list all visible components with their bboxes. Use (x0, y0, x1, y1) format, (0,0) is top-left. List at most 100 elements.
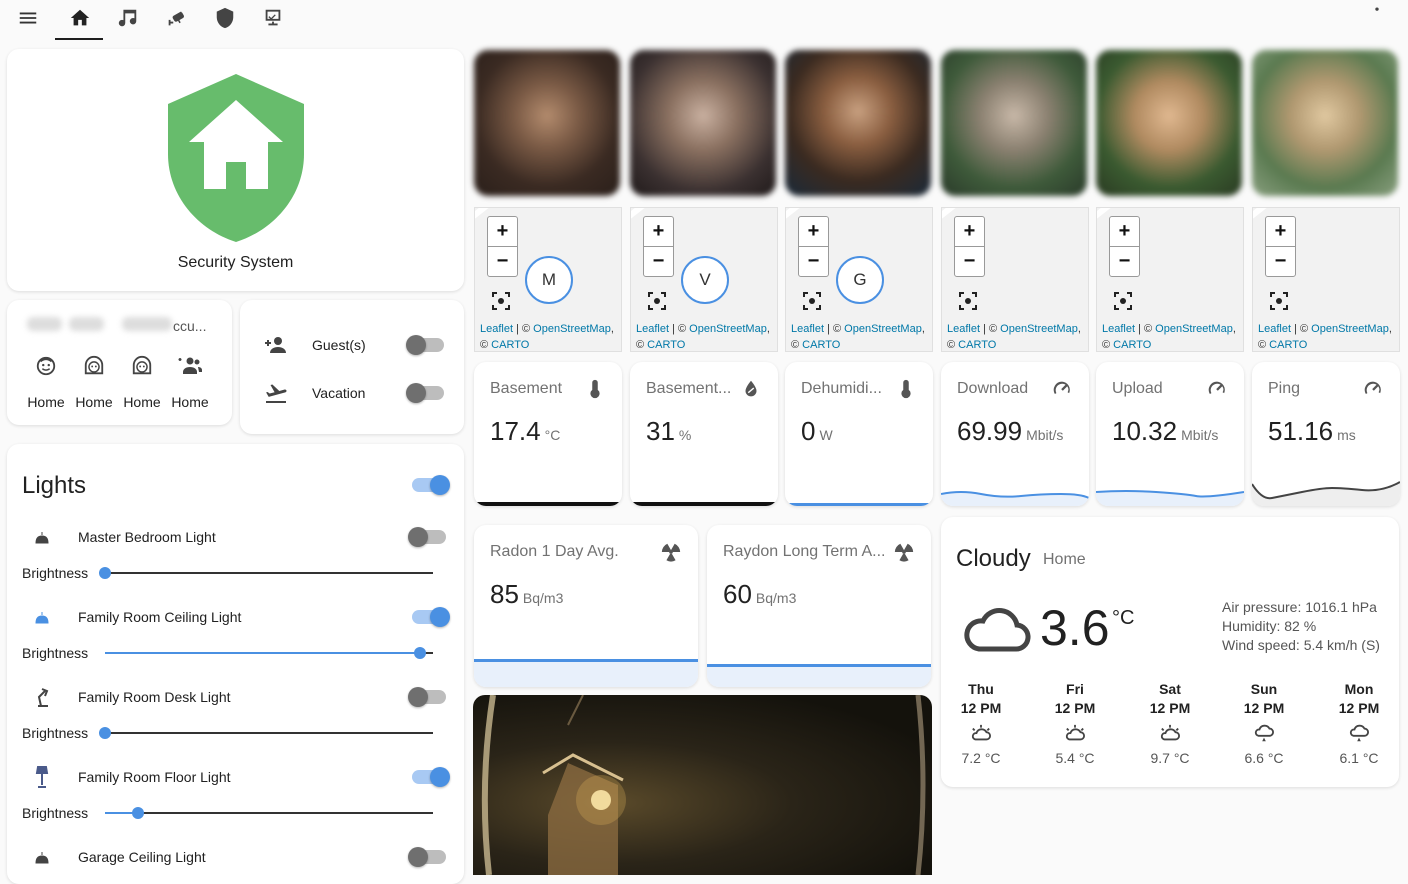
sensor-value: 51.16 ms (1268, 416, 1356, 446)
radioactive-icon (893, 541, 915, 563)
monitor-dashboard-icon[interactable] (260, 5, 286, 31)
leaflet-link[interactable]: Leaflet (636, 323, 669, 335)
slider-thumb[interactable] (99, 567, 111, 579)
focus-icon[interactable] (1114, 292, 1132, 310)
menu-icon[interactable] (15, 5, 41, 31)
zoom-out-button[interactable]: − (1265, 246, 1296, 277)
light-toggle[interactable] (412, 767, 450, 787)
sensor-graph (474, 659, 698, 687)
light-name[interactable]: Master Bedroom Light (78, 529, 216, 545)
light-toggle[interactable] (408, 687, 446, 707)
sensor-card[interactable]: Basement 17.4 °C (474, 362, 622, 506)
music-icon[interactable] (115, 5, 141, 31)
brightness-slider[interactable] (99, 727, 433, 739)
focus-icon[interactable] (492, 292, 510, 310)
zoom-in-button[interactable]: + (1109, 216, 1140, 247)
osm-link[interactable]: OpenStreetMap (689, 323, 767, 335)
light-name[interactable]: Family Room Ceiling Light (78, 609, 241, 625)
shield-icon[interactable] (212, 5, 238, 31)
person-1[interactable]: Home (25, 355, 67, 410)
light-toggle[interactable] (408, 527, 446, 547)
light-toggle[interactable] (408, 847, 446, 867)
sensor-card[interactable]: Upload 10.32 Mbit/s (1096, 362, 1244, 506)
person-camera-thumbnail[interactable] (1252, 50, 1398, 196)
person-location-map[interactable]: + − M Leaflet | © OpenStreetMap, © CARTO (474, 207, 622, 352)
forecast-temp: 5.4 °C (1055, 750, 1095, 766)
more-vertical-icon[interactable] (1364, 2, 1390, 28)
zoom-out-button[interactable]: − (954, 246, 985, 277)
zoom-out-button[interactable]: − (798, 246, 829, 277)
focus-icon[interactable] (803, 292, 821, 310)
zoom-in-button[interactable]: + (487, 216, 518, 247)
person-location-map[interactable]: + − Leaflet | © OpenStreetMap, © CARTO (1252, 207, 1400, 352)
lights-master-toggle[interactable] (412, 475, 450, 495)
zoom-out-button[interactable]: − (643, 246, 674, 277)
osm-link[interactable]: OpenStreetMap (1000, 323, 1078, 335)
sensor-card[interactable]: Ping 51.16 ms (1252, 362, 1400, 506)
brightness-slider[interactable] (99, 567, 433, 579)
person-camera-thumbnail[interactable] (1096, 50, 1242, 196)
person-avatar[interactable]: M (525, 256, 573, 304)
person-location-map[interactable]: + − Leaflet | © OpenStreetMap, © CARTO (941, 207, 1089, 352)
radon-longterm-card[interactable]: Raydon Long Term A... 60 Bq/m3 (707, 525, 931, 687)
osm-link[interactable]: OpenStreetMap (844, 323, 922, 335)
person-camera-thumbnail[interactable] (785, 50, 931, 196)
leaflet-link[interactable]: Leaflet (947, 323, 980, 335)
partly-cloudy-night-icon (1040, 724, 1110, 744)
carto-link[interactable]: CARTO (1113, 339, 1151, 351)
home-icon[interactable] (67, 5, 93, 31)
person-camera-thumbnail[interactable] (630, 50, 776, 196)
vacation-mode-toggle[interactable] (406, 383, 444, 403)
sensor-card[interactable]: Download 69.99 Mbit/s (941, 362, 1089, 506)
person-avatar[interactable]: G (836, 256, 884, 304)
brightness-slider[interactable] (105, 647, 433, 659)
light-name[interactable]: Garage Ceiling Light (78, 849, 206, 865)
person-2[interactable]: Home (73, 355, 115, 410)
radon-day-card[interactable]: Radon 1 Day Avg. 85 Bq/m3 (474, 525, 698, 687)
zoom-in-button[interactable]: + (1265, 216, 1296, 247)
leaflet-link[interactable]: Leaflet (480, 323, 513, 335)
focus-icon[interactable] (959, 292, 977, 310)
forecast-day-name: Mon (1344, 681, 1374, 697)
leaflet-link[interactable]: Leaflet (791, 323, 824, 335)
osm-link[interactable]: OpenStreetMap (1155, 323, 1233, 335)
carto-link[interactable]: CARTO (802, 339, 840, 351)
slider-thumb[interactable] (413, 647, 426, 659)
sensor-card[interactable]: Dehumidi... 0W (785, 362, 933, 506)
light-name[interactable]: Family Room Desk Light (78, 689, 231, 705)
person-location-map[interactable]: + − G Leaflet | © OpenStreetMap, © CARTO (785, 207, 933, 352)
zoom-out-button[interactable]: − (487, 246, 518, 277)
osm-link[interactable]: OpenStreetMap (533, 323, 611, 335)
person-avatar[interactable]: V (681, 256, 729, 304)
brightness-slider[interactable] (105, 807, 433, 819)
light-name[interactable]: Family Room Floor Light (78, 769, 231, 785)
zoom-in-button[interactable]: + (643, 216, 674, 247)
person-location-map[interactable]: + − Leaflet | © OpenStreetMap, © CARTO (1096, 207, 1244, 352)
carto-link[interactable]: CARTO (958, 339, 996, 351)
security-system-card[interactable]: Security System (7, 49, 464, 291)
carto-link[interactable]: CARTO (491, 339, 529, 351)
slider-thumb[interactable] (99, 727, 111, 739)
osm-link[interactable]: OpenStreetMap (1311, 323, 1389, 335)
person-3[interactable]: Home (121, 355, 163, 410)
person-camera-thumbnail[interactable] (474, 50, 620, 196)
light-toggle[interactable] (412, 607, 450, 627)
person-location-map[interactable]: + − V Leaflet | © OpenStreetMap, © CARTO (630, 207, 778, 352)
focus-icon[interactable] (1270, 292, 1288, 310)
outdoor-camera-feed[interactable] (473, 695, 932, 875)
zoom-in-button[interactable]: + (954, 216, 985, 247)
leaflet-link[interactable]: Leaflet (1258, 323, 1291, 335)
person-camera-thumbnail[interactable] (941, 50, 1087, 196)
focus-icon[interactable] (648, 292, 666, 310)
zoom-in-button[interactable]: + (798, 216, 829, 247)
slider-thumb[interactable] (131, 807, 144, 819)
sensor-card[interactable]: Basement... 31% (630, 362, 778, 506)
person-4[interactable]: Home (169, 355, 211, 410)
carto-link[interactable]: CARTO (647, 339, 685, 351)
guest-mode-toggle[interactable] (406, 335, 444, 355)
cctv-icon[interactable] (163, 5, 189, 31)
leaflet-link[interactable]: Leaflet (1102, 323, 1135, 335)
carto-link[interactable]: CARTO (1269, 339, 1307, 351)
weather-temp-unit: °C (1112, 607, 1135, 629)
zoom-out-button[interactable]: − (1109, 246, 1140, 277)
